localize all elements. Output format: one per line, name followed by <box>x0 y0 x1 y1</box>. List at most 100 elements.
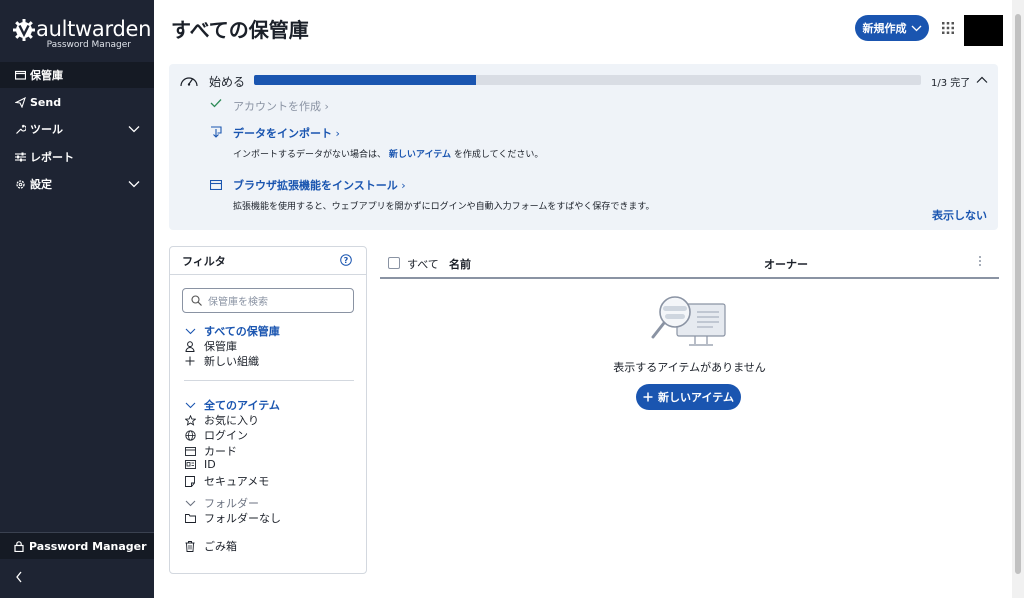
chevron-down-icon <box>184 402 196 409</box>
search-placeholder: 保管庫を検索 <box>208 297 268 308</box>
trash-icon <box>184 540 196 552</box>
collapse-panel-button[interactable] <box>976 74 988 87</box>
filter-no-folder[interactable]: フォルダーなし <box>184 510 281 526</box>
filter-header: フィルタ ? <box>170 247 366 275</box>
sidebar-item-send[interactable]: Send <box>0 89 154 115</box>
sidebar-item-label: 設定 <box>30 178 52 191</box>
send-icon <box>14 96 26 108</box>
gear-logo-icon <box>13 19 35 41</box>
step-description: 拡張機能を使用すると、ウェブアプリを開かずにログインや自動入力フォームをすばやく… <box>233 202 655 212</box>
step-import-data[interactable]: データをインポート › インポートするデータがない場合は、 新しいアイテム を作… <box>233 125 543 160</box>
note-icon <box>184 475 196 487</box>
filter-all-vaults[interactable]: すべての保管庫 <box>184 323 280 339</box>
filter-trash[interactable]: ごみ箱 <box>184 538 237 554</box>
sidebar-item-settings[interactable]: 設定 <box>0 171 154 197</box>
column-name: 名前 <box>449 258 471 271</box>
search-icon <box>191 295 202 306</box>
filter-identity[interactable]: ID <box>184 458 216 471</box>
step-title: ブラウザ拡張機能をインストール <box>233 179 398 192</box>
step-install-extension[interactable]: ブラウザ拡張機能をインストール › 拡張機能を使用すると、ウェブアプリを開かずに… <box>233 177 654 212</box>
filter-panel: フィルタ ? 保管庫を検索 すべての保管庫 保管庫 新しい組織 全てのアイテム … <box>169 246 367 574</box>
chevron-down-icon <box>128 123 140 136</box>
getting-started-panel: 始める 1/3 完了 アカウントを作成 › データをインポート › インポートす… <box>169 64 998 230</box>
filter-divider <box>184 380 354 381</box>
filter-label: ログイン <box>204 429 248 442</box>
filter-label: 全てのアイテム <box>204 399 280 412</box>
filter-label: ID <box>204 458 216 471</box>
filter-secure-note[interactable]: セキュアメモ <box>184 473 269 489</box>
step-desc-text: インポートするデータがない場合は、 <box>233 150 387 160</box>
new-button[interactable]: 新規作成 <box>855 15 929 41</box>
account-avatar[interactable] <box>964 15 1003 46</box>
lock-icon <box>14 540 24 552</box>
progress-count: 1/3 完了 <box>931 78 971 89</box>
hide-panel-link[interactable]: 表示しない <box>932 207 987 223</box>
sidebar-item-label: レポート <box>30 151 74 164</box>
chevron-up-icon <box>976 76 988 83</box>
filter-new-organization[interactable]: 新しい組織 <box>184 353 259 369</box>
product-switcher-label: Password Manager <box>29 539 147 553</box>
brand-subtitle: Password Manager <box>46 40 131 50</box>
globe-icon <box>184 429 196 441</box>
user-icon <box>184 340 196 352</box>
credit-card-icon <box>184 446 196 456</box>
scrollbar-thumb[interactable] <box>1015 14 1021 574</box>
chevron-right-icon: › <box>401 179 406 192</box>
filter-label: セキュアメモ <box>204 475 270 488</box>
new-item-button[interactable]: 新しいアイテム <box>636 384 741 410</box>
speedometer-icon <box>179 72 199 93</box>
step-create-account[interactable]: アカウントを作成 › <box>233 98 329 114</box>
empty-state-text: 表示するアイテムがありません <box>613 361 766 374</box>
collapse-sidebar-button[interactable] <box>14 570 28 586</box>
vaultwarden-logo[interactable]: aultwarden Password Manager <box>13 17 151 51</box>
more-options-icon[interactable] <box>978 255 982 270</box>
filter-login[interactable]: ログイン <box>184 427 248 443</box>
filter-label: お気に入り <box>204 414 259 427</box>
filter-my-vault[interactable]: 保管庫 <box>184 338 237 354</box>
chevron-down-icon <box>128 178 140 191</box>
select-all-label[interactable]: すべて <box>407 256 439 272</box>
filter-card[interactable]: カード <box>184 443 237 459</box>
chevron-down-icon <box>911 25 921 31</box>
svg-text:?: ? <box>344 256 349 265</box>
star-icon <box>184 414 196 426</box>
wrench-icon <box>14 123 26 135</box>
new-item-link[interactable]: 新しいアイテム <box>389 150 451 160</box>
product-switcher-password-manager[interactable]: Password Manager <box>0 532 154 559</box>
vault-search-input[interactable]: 保管庫を検索 <box>182 288 354 313</box>
select-all-checkbox[interactable] <box>388 257 400 269</box>
sidebar: aultwarden Password Manager 保管庫 Send ツール… <box>0 0 154 598</box>
item-list-header: すべて 名前 オーナー <box>380 248 999 279</box>
brand-name: aultwarden <box>36 17 152 41</box>
sidebar-item-reports[interactable]: レポート <box>0 144 154 170</box>
new-button-label: 新規作成 <box>862 22 907 35</box>
chevron-down-icon <box>184 328 196 335</box>
step-desc-text: を作成してください。 <box>453 150 544 160</box>
app-switcher-icon[interactable] <box>942 22 954 34</box>
filter-label: すべての保管庫 <box>204 325 280 338</box>
sidebar-item-vault[interactable]: 保管庫 <box>0 62 154 88</box>
help-icon[interactable]: ? <box>340 254 352 269</box>
progress-fill <box>254 75 477 85</box>
page-scrollbar[interactable] <box>1012 0 1024 598</box>
new-item-label: 新しいアイテム <box>658 391 734 404</box>
chevron-right-icon: › <box>335 127 340 140</box>
plus-icon <box>643 392 653 402</box>
column-owner: オーナー <box>764 258 808 271</box>
filter-label: 新しい組織 <box>204 355 259 368</box>
sidebar-item-tools[interactable]: ツール <box>0 116 154 142</box>
sidebar-item-label: Send <box>30 95 62 109</box>
filter-favorites[interactable]: お気に入り <box>184 412 259 428</box>
vault-icon <box>14 69 26 81</box>
filter-all-items[interactable]: 全てのアイテム <box>184 397 280 413</box>
chevron-down-icon <box>184 500 196 507</box>
filter-folders[interactable]: フォルダー <box>184 495 259 511</box>
sliders-icon <box>14 151 26 163</box>
download-icon <box>210 126 222 141</box>
filter-label: フォルダーなし <box>204 512 281 525</box>
sidebar-item-label: ツール <box>30 123 63 136</box>
gear-icon <box>14 178 26 190</box>
no-items-illustration-icon <box>651 290 729 355</box>
folder-icon <box>184 513 196 523</box>
chevron-right-icon: › <box>324 100 329 113</box>
